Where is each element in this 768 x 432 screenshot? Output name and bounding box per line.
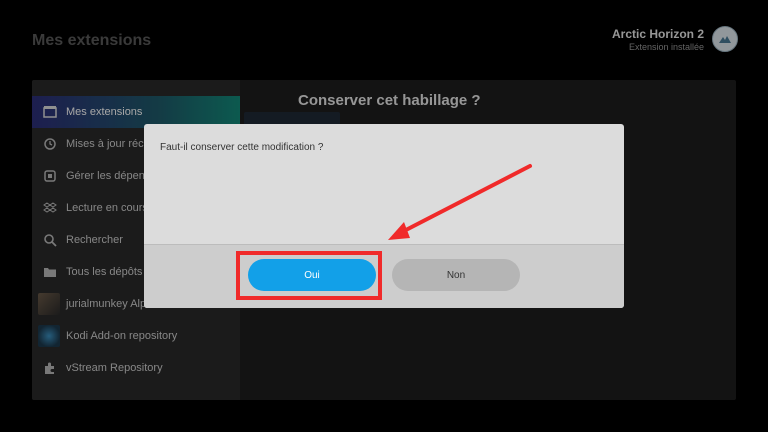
dialog-footer: Oui Non	[144, 244, 624, 308]
no-button[interactable]: Non	[392, 259, 520, 291]
highlight-box	[236, 251, 382, 300]
dialog-message: Faut-il conserver cette modification ?	[160, 142, 324, 153]
confirm-dialog: Faut-il conserver cette modification ? O…	[144, 124, 624, 308]
